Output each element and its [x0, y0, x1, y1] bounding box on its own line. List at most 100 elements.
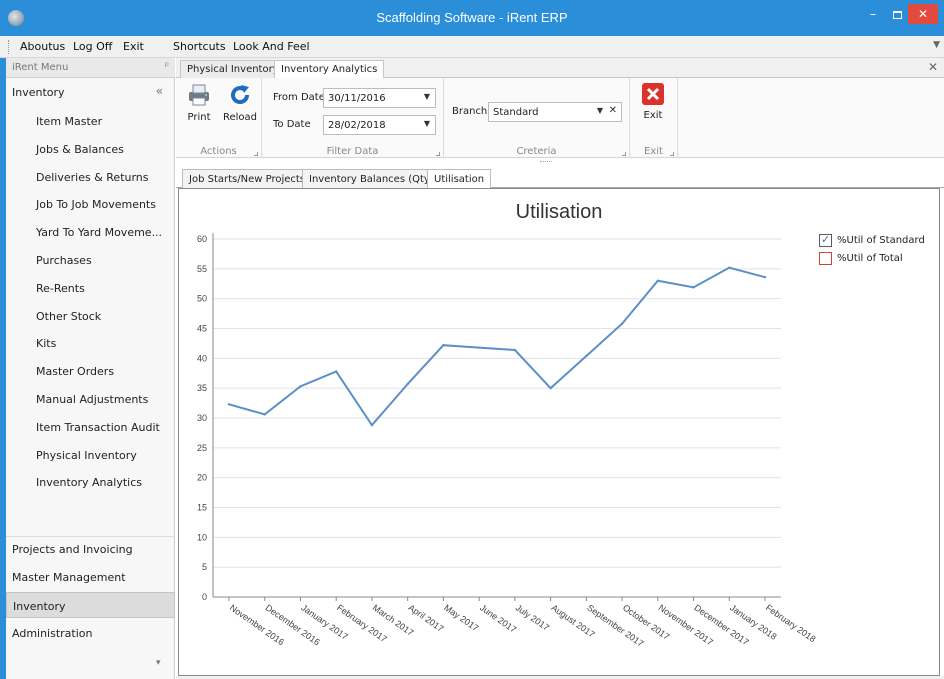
data-point — [299, 385, 302, 388]
y-tick-label: 0 — [202, 592, 207, 602]
data-point — [620, 322, 624, 325]
data-point — [763, 275, 767, 279]
menu-overflow-icon[interactable]: ▼ — [933, 40, 940, 50]
y-tick-label: 30 — [197, 413, 207, 423]
x-tick-label: June 2017 — [478, 602, 518, 634]
menu-logoff[interactable]: Log Off — [73, 40, 112, 53]
sidebar-item[interactable]: Kits — [36, 337, 56, 350]
sidebar-item[interactable]: Item Master — [36, 115, 102, 128]
reload-button[interactable]: Reload — [222, 82, 258, 123]
y-tick-label: 40 — [197, 353, 207, 363]
branch-clear-icon[interactable]: ✕ — [609, 105, 617, 116]
from-date-value: 30/11/2016 — [328, 93, 386, 104]
tab-inventory-analytics[interactable]: Inventory Analytics — [274, 60, 385, 79]
y-tick-label: 25 — [197, 443, 207, 453]
y-tick-label: 20 — [197, 473, 207, 483]
criteria-group-label: Creteria — [516, 146, 557, 157]
printer-icon — [189, 84, 209, 106]
criteria-expand-icon[interactable] — [622, 152, 626, 156]
close-window-button[interactable]: ✕ — [908, 4, 938, 24]
sidebar-item[interactable]: Purchases — [36, 254, 92, 267]
chart-panel: Utilisation 0 5 10 15 20 25 30 35 40 45 50 55 60 Nove… — [178, 188, 940, 676]
sidebar-item[interactable]: Item Transaction Audit — [36, 421, 160, 434]
reload-label: Reload — [222, 112, 258, 123]
series-line — [228, 266, 766, 427]
print-button[interactable]: Print — [184, 82, 214, 123]
tab-physical-inventory[interactable]: Physical Inventory — [180, 60, 286, 78]
sidebar-item[interactable]: Deliveries & Returns — [36, 171, 149, 184]
data-point — [728, 266, 731, 269]
pin-icon[interactable]: ᵖ — [165, 61, 169, 72]
menu-look-and-feel[interactable]: Look And Feel — [233, 40, 310, 53]
data-point — [263, 413, 266, 416]
nav-section-item[interactable]: Master Management — [6, 564, 175, 590]
y-tick-label: 15 — [197, 503, 207, 513]
exit-label: Exit — [643, 110, 663, 121]
to-date-value: 28/02/2018 — [328, 120, 386, 131]
data-point — [370, 423, 374, 427]
sidebar-item[interactable]: Job To Job Movements — [36, 198, 156, 211]
sidebar-item[interactable]: Master Orders — [36, 365, 114, 378]
y-tick-label: 10 — [197, 532, 207, 542]
nav-section-label: Administration — [12, 627, 93, 640]
ribbon-splitter[interactable] — [540, 161, 552, 163]
sidebar-title: iRent Menu — [12, 62, 69, 73]
menu-grip[interactable] — [8, 40, 10, 54]
legend-label-total: %Util of Total — [837, 253, 903, 264]
to-date-picker[interactable]: 28/02/2018 ▼ — [323, 115, 436, 135]
branch-dropdown-icon[interactable]: ▼ — [597, 106, 603, 115]
exit-icon — [642, 83, 664, 105]
filter-expand-icon[interactable] — [436, 152, 440, 156]
minimize-button[interactable]: – — [862, 4, 884, 24]
sidebar-item[interactable]: Yard To Yard Moveme... — [36, 226, 162, 239]
data-point — [656, 279, 659, 282]
data-point — [692, 286, 695, 289]
collapse-chevron-icon[interactable]: « — [156, 84, 163, 98]
print-label: Print — [187, 112, 211, 123]
maximize-icon — [892, 10, 902, 19]
check-icon: ✓ — [821, 233, 831, 246]
sidebar-item[interactable]: Physical Inventory — [36, 449, 137, 462]
exit-button[interactable]: Exit — [638, 82, 668, 121]
sidebar-item[interactable]: Manual Adjustments — [36, 393, 148, 406]
sidebar-item[interactable]: Other Stock — [36, 310, 101, 323]
nav-section-label: Inventory — [13, 600, 66, 613]
sidebar-more-icon[interactable]: ▾ — [156, 658, 161, 668]
close-tab-icon[interactable]: ✕ — [928, 60, 938, 74]
menu-aboutus[interactable]: Aboutus — [20, 40, 65, 53]
menu-exit[interactable]: Exit — [123, 40, 144, 53]
sidebar-group-inventory[interactable]: Inventory « — [6, 80, 175, 106]
x-tick-label: July 2017 — [514, 602, 551, 632]
sidebar-item[interactable]: Inventory Analytics — [36, 476, 142, 489]
branch-select[interactable]: Standard ▼ ✕ — [488, 102, 622, 122]
to-date-dropdown-icon[interactable]: ▼ — [424, 119, 430, 128]
from-date-dropdown-icon[interactable]: ▼ — [424, 92, 430, 101]
y-tick-label: 55 — [197, 264, 207, 274]
from-date-label: From Date — [273, 92, 325, 103]
nav-section-item[interactable]: Administration — [6, 620, 175, 646]
branch-value: Standard — [493, 107, 539, 118]
sidebar-item[interactable]: Re-Rents — [36, 282, 85, 295]
y-tick-label: 35 — [197, 383, 207, 393]
menu-bar: Aboutus Log Off Exit Shortcuts Look And … — [0, 36, 944, 58]
ribbon: Print Reload Actions From Date 30/11/201… — [176, 78, 944, 158]
legend-checkbox-standard[interactable]: ✓ — [819, 233, 832, 247]
document-tabs: Physical Inventory Inventory Analytics ✕ — [176, 58, 944, 79]
tab-utilisation[interactable]: Utilisation — [427, 169, 492, 189]
tab-inventory-balances[interactable]: Inventory Balances (Qty) — [302, 169, 441, 188]
to-date-label: To Date — [273, 119, 311, 130]
legend-checkbox-total[interactable] — [819, 252, 832, 265]
analytics-tabs: Job Starts/New Projects Inventory Balanc… — [176, 166, 944, 189]
window-title: Scaffolding Software - iRent ERP — [376, 10, 568, 25]
nav-section-item[interactable]: Inventory — [6, 592, 175, 618]
exit-expand-icon[interactable] — [670, 152, 674, 156]
ribbon-group-criteria: Branch Standard ▼ ✕ Creteria — [444, 78, 630, 158]
actions-expand-icon[interactable] — [254, 152, 258, 156]
from-date-picker[interactable]: 30/11/2016 ▼ — [323, 88, 436, 108]
tab-job-starts[interactable]: Job Starts/New Projects — [182, 169, 313, 188]
sidebar-header: iRent Menu ᵖ — [6, 58, 175, 78]
menu-shortcuts[interactable]: Shortcuts — [173, 40, 226, 53]
sidebar-item[interactable]: Jobs & Balances — [36, 143, 124, 156]
maximize-button[interactable] — [886, 4, 908, 24]
nav-section-item[interactable]: Projects and Invoicing — [6, 536, 175, 562]
